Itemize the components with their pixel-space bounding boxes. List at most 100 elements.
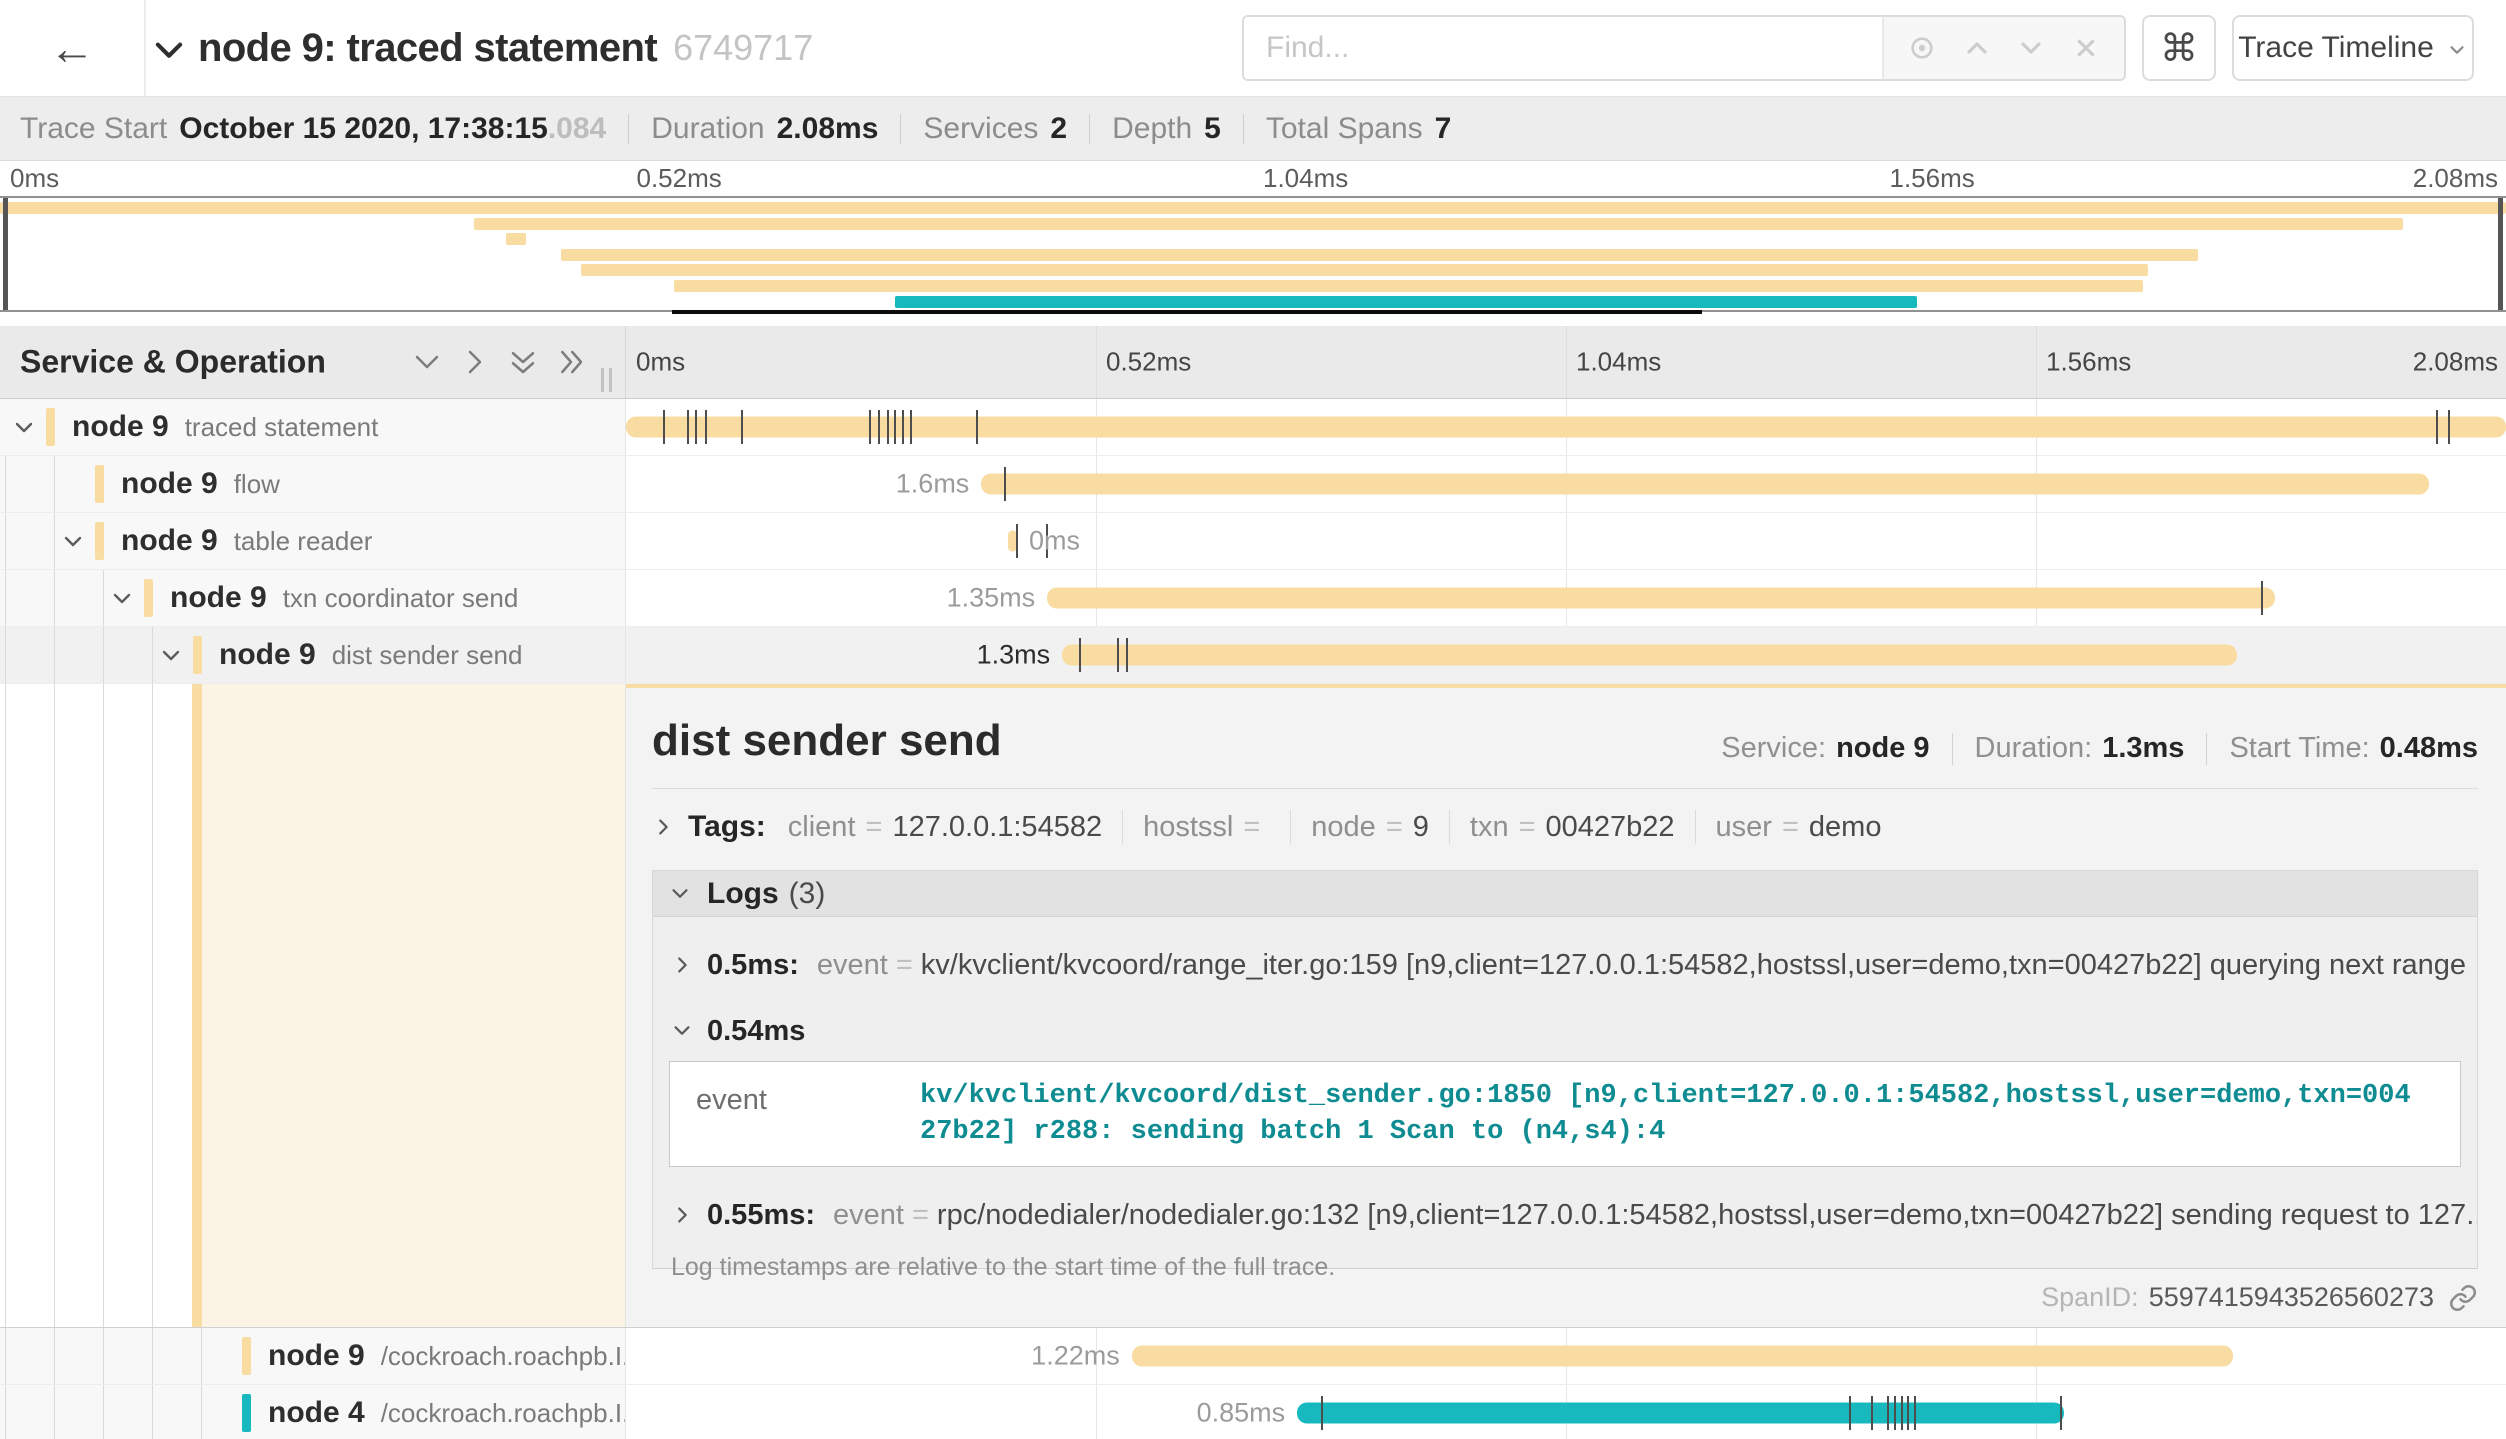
trace-view-selector[interactable]: Trace Timeline: [2232, 15, 2474, 81]
tree-guide-line: [54, 513, 55, 569]
span-row-name-cell[interactable]: node 9txn coordinator send: [0, 570, 626, 626]
gridline: [1566, 326, 1567, 398]
divider: [1290, 810, 1291, 844]
span-row[interactable]: node 9txn coordinator send1.35ms: [0, 570, 2506, 627]
span-row[interactable]: node 4/cockroach.roachpb.I...0.85ms: [0, 1385, 2506, 1439]
summary-label: Depth: [1112, 112, 1192, 146]
span-row[interactable]: node 9traced statement: [0, 399, 2506, 456]
service-name: node 9: [72, 410, 169, 443]
tree-guide-line: [54, 1385, 55, 1439]
tree-guide-line: [54, 456, 55, 512]
span-row-timeline-cell[interactable]: 0ms: [626, 513, 2506, 569]
service-name: node 9: [121, 467, 218, 500]
span-duration-label: 1.6ms: [896, 469, 970, 500]
trace-view-page: ← node 9: traced statement 6749717 ⌘ Tra…: [0, 0, 2506, 1439]
span-rows-top: node 9traced statementnode 9flow1.6msnod…: [0, 399, 2506, 684]
page-title: node 9: traced statement: [198, 26, 657, 71]
log-marker-tick: [887, 410, 889, 444]
next-match-icon[interactable]: [2015, 32, 2047, 64]
summary-label: Duration: [651, 112, 764, 146]
summary-value: 2.08ms: [777, 112, 879, 146]
span-duration-bar[interactable]: [1047, 588, 2275, 609]
span-duration-bar[interactable]: [1132, 1346, 2234, 1367]
divider: [652, 788, 2478, 789]
summary-value: 7: [1435, 112, 1452, 146]
minimap-right-scrubber[interactable]: [2498, 198, 2503, 310]
span-row-name-cell[interactable]: node 4/cockroach.roachpb.I...: [0, 1385, 626, 1439]
span-row-name-cell[interactable]: node 9table reader: [0, 513, 626, 569]
tag-value: 9: [1413, 811, 1429, 844]
collapse-all-icon[interactable]: [508, 347, 538, 377]
divider: [1695, 810, 1696, 844]
clear-find-icon[interactable]: [2070, 32, 2102, 64]
log-key: event: [817, 949, 888, 982]
find-input[interactable]: [1244, 17, 1882, 79]
span-row[interactable]: node 9dist sender send1.3ms: [0, 627, 2506, 684]
span-row[interactable]: node 9flow 1.6ms: [0, 456, 2506, 513]
timeline-header-left: Service & Operation: [0, 326, 626, 398]
keyboard-shortcuts-button[interactable]: ⌘: [2142, 15, 2216, 81]
span-row-timeline-cell[interactable]: 1.6ms: [626, 456, 2506, 512]
logs-header[interactable]: Logs (3): [653, 871, 2477, 917]
log-marker-tick: [2060, 1396, 2062, 1430]
tags-accordion[interactable]: Tags: client=127.0.0.1:54582hostssl=node…: [652, 804, 1881, 850]
span-row-name-cell[interactable]: node 9dist sender send: [0, 627, 626, 683]
tree-guide-line: [5, 627, 6, 683]
chevron-down-icon[interactable]: [12, 415, 36, 439]
minimap-canvas[interactable]: [0, 196, 2506, 312]
span-duration-bar[interactable]: [626, 417, 2506, 438]
minimap-range-indicator[interactable]: [672, 310, 1702, 314]
minimap-span-bar: [581, 264, 2147, 276]
chevron-right-icon: [652, 816, 674, 838]
log-entry-expanded-header[interactable]: 0.54ms: [653, 1009, 2477, 1053]
span-duration-bar[interactable]: [1297, 1403, 2064, 1424]
log-timestamp: 0.55ms:: [707, 1199, 815, 1232]
log-marker-tick: [1894, 1396, 1896, 1430]
column-resizer-handle[interactable]: [601, 368, 612, 392]
span-row-timeline-cell[interactable]: 0.85ms: [626, 1385, 2506, 1439]
tree-guide-line: [5, 570, 6, 626]
span-indent-fill: [202, 684, 625, 1327]
operation-name: /cockroach.roachpb.I...: [381, 1341, 626, 1371]
minimap-left-scrubber[interactable]: [3, 198, 8, 310]
span-row-name-cell[interactable]: node 9flow: [0, 456, 626, 512]
tag-equals: =: [1386, 811, 1403, 844]
collapse-one-icon[interactable]: [412, 347, 442, 377]
link-icon[interactable]: [2448, 1283, 2478, 1313]
minimap-span-bar: [895, 296, 1917, 308]
span-row-timeline-cell[interactable]: [626, 399, 2506, 455]
log-marker-tick: [2436, 410, 2438, 444]
span-row-name-cell[interactable]: node 9traced statement: [0, 399, 626, 455]
span-row-timeline-cell[interactable]: 1.35ms: [626, 570, 2506, 626]
span-duration-bar[interactable]: [981, 474, 2429, 495]
span-row-name-cell[interactable]: node 9/cockroach.roachpb.I...: [0, 1328, 626, 1384]
span-rows-area: node 9traced statementnode 9flow1.6msnod…: [0, 399, 2506, 1439]
chevron-down-icon[interactable]: [159, 643, 183, 667]
prev-match-icon[interactable]: [1961, 32, 1993, 64]
chevron-down-icon[interactable]: [150, 32, 188, 70]
minimap-span-bar: [0, 202, 2506, 214]
span-row-timeline-cell[interactable]: 1.22ms: [626, 1328, 2506, 1384]
tag-value: 127.0.0.1:54582: [892, 811, 1102, 844]
chevron-down-icon[interactable]: [110, 586, 134, 610]
tick-label: 2.08ms: [2413, 347, 2498, 378]
log-entry-collapsed[interactable]: 0.5ms: event = kv/kvclient/kvcoord/range…: [653, 943, 2477, 987]
span-row[interactable]: node 9/cockroach.roachpb.I...1.22ms: [0, 1328, 2506, 1385]
span-row[interactable]: node 9table reader0ms: [0, 513, 2506, 570]
span-duration-bar[interactable]: [1062, 645, 2237, 666]
expand-all-icon[interactable]: [556, 347, 586, 377]
log-timestamp: 0.5ms:: [707, 949, 799, 982]
tag-equals: =: [1243, 811, 1260, 844]
span-detail-indent-column: [0, 684, 626, 1327]
chevron-down-icon: [2446, 39, 2468, 61]
span-row-timeline-cell[interactable]: 1.3ms: [626, 627, 2506, 683]
expand-one-icon[interactable]: [460, 347, 490, 377]
back-button[interactable]: ←: [0, 0, 146, 96]
logs-title: Logs: [707, 877, 779, 911]
chevron-down-icon[interactable]: [61, 529, 85, 553]
log-marker-tick: [1901, 1396, 1903, 1430]
scope-match-icon[interactable]: [1906, 32, 1938, 64]
log-entry-collapsed[interactable]: 0.55ms: event = rpc/nodedialer/nodediale…: [653, 1193, 2477, 1237]
service-label: Service:: [1721, 732, 1826, 765]
log-marker-tick: [1871, 1396, 1873, 1430]
